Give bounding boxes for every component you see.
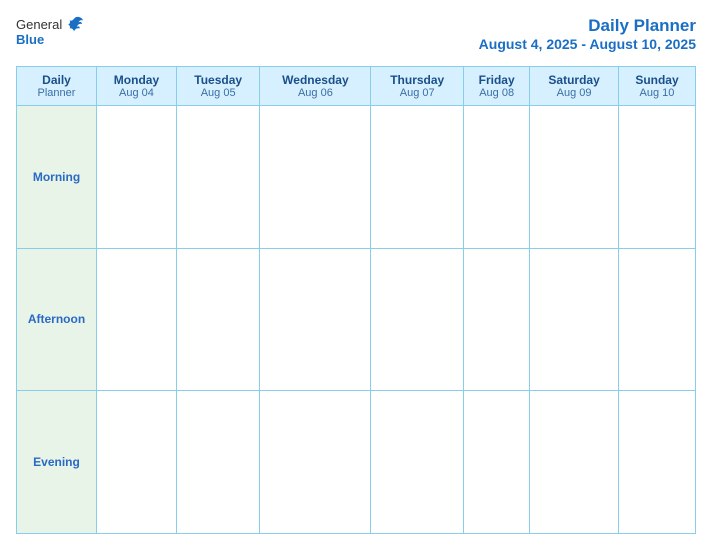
page-title: Daily Planner [479, 16, 696, 36]
cell-afternoon-wednesday[interactable] [260, 248, 371, 391]
calendar-table: Daily Planner Monday Aug 04 Tuesday Aug … [16, 66, 696, 534]
date-range: August 4, 2025 - August 10, 2025 [479, 36, 696, 52]
cell-morning-monday[interactable] [97, 106, 177, 249]
cell-evening-wednesday[interactable] [260, 391, 371, 534]
cell-morning-saturday[interactable] [530, 106, 619, 249]
col-wednesday: Wednesday Aug 06 [260, 67, 371, 106]
cell-evening-monday[interactable] [97, 391, 177, 534]
cell-afternoon-thursday[interactable] [371, 248, 464, 391]
col-tuesday: Tuesday Aug 05 [176, 67, 260, 106]
cell-evening-saturday[interactable] [530, 391, 619, 534]
row-label-evening: Evening [17, 391, 97, 534]
cell-morning-wednesday[interactable] [260, 106, 371, 249]
cell-morning-thursday[interactable] [371, 106, 464, 249]
table-header-label: Daily Planner [17, 67, 97, 106]
row-label-morning: Morning [17, 106, 97, 249]
logo-bird-icon [66, 16, 84, 32]
logo-general-text: General [16, 17, 62, 32]
page-header: General Blue Daily Planner August 4, 202… [16, 16, 696, 52]
cell-morning-tuesday[interactable] [176, 106, 260, 249]
col-saturday: Saturday Aug 09 [530, 67, 619, 106]
cell-evening-friday[interactable] [464, 391, 530, 534]
col-sunday: Sunday Aug 10 [618, 67, 695, 106]
cell-afternoon-tuesday[interactable] [176, 248, 260, 391]
logo: General Blue [16, 16, 84, 47]
cell-afternoon-friday[interactable] [464, 248, 530, 391]
cell-evening-tuesday[interactable] [176, 391, 260, 534]
col-friday: Friday Aug 08 [464, 67, 530, 106]
row-afternoon: Afternoon [17, 248, 696, 391]
col-monday: Monday Aug 04 [97, 67, 177, 106]
cell-afternoon-sunday[interactable] [618, 248, 695, 391]
row-label-afternoon: Afternoon [17, 248, 97, 391]
col-thursday: Thursday Aug 07 [371, 67, 464, 106]
row-evening: Evening [17, 391, 696, 534]
cell-morning-sunday[interactable] [618, 106, 695, 249]
cell-evening-sunday[interactable] [618, 391, 695, 534]
cell-afternoon-saturday[interactable] [530, 248, 619, 391]
cell-morning-friday[interactable] [464, 106, 530, 249]
logo-blue-text: Blue [16, 32, 44, 47]
cell-evening-thursday[interactable] [371, 391, 464, 534]
row-morning: Morning [17, 106, 696, 249]
cell-afternoon-monday[interactable] [97, 248, 177, 391]
title-section: Daily Planner August 4, 2025 - August 10… [479, 16, 696, 52]
